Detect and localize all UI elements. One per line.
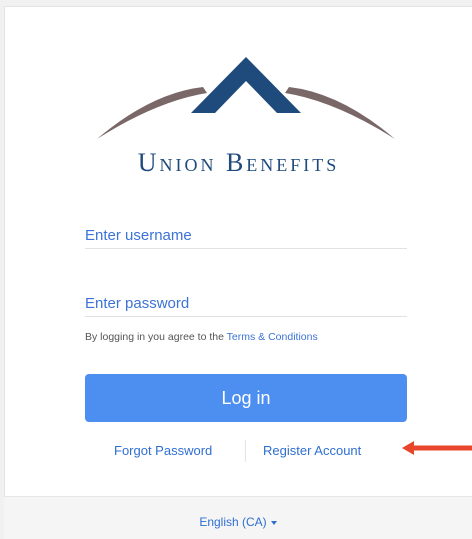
register-account-link[interactable]: Register Account — [263, 443, 361, 458]
footer: English (CA) — [4, 496, 472, 539]
login-card: Union Benefits By logging in you agree t… — [4, 6, 472, 539]
roof-logo-icon — [97, 57, 395, 139]
left-arrow-icon — [402, 441, 472, 455]
brand-name: Union Benefits — [137, 148, 340, 177]
account-links: Forgot Password Register Account — [85, 440, 407, 462]
language-selector[interactable]: English (CA) — [4, 515, 472, 529]
link-divider — [245, 440, 246, 462]
login-button[interactable]: Log in — [85, 374, 407, 422]
language-label: English (CA) — [199, 515, 267, 529]
login-page: Union Benefits By logging in you agree t… — [0, 0, 472, 539]
password-field[interactable] — [85, 291, 407, 317]
username-field[interactable] — [85, 223, 407, 249]
chevron-down-icon — [270, 520, 277, 525]
forgot-password-link[interactable]: Forgot Password — [114, 443, 212, 458]
agreement-text: By logging in you agree to the — [85, 331, 224, 343]
terms-agreement: By logging in you agree to the Terms & C… — [85, 331, 318, 343]
terms-conditions-link[interactable]: Terms & Conditions — [227, 331, 318, 343]
